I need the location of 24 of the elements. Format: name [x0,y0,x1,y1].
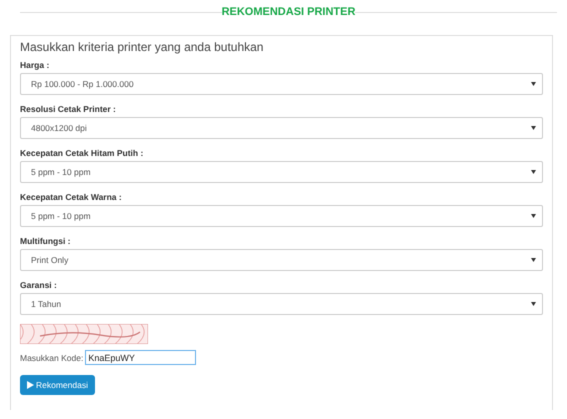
recommend-button[interactable]: Rekomendasi [20,375,95,395]
field-label: Kecepatan Cetak Hitam Putih : [20,148,144,158]
field-label: Multifungsi : [20,236,72,246]
dropdown[interactable]: 5 ppm - 10 ppm [20,161,543,183]
caret-icon [531,170,536,174]
dropdown[interactable]: 5 ppm - 10 ppm [20,205,543,227]
caret-icon [531,214,536,218]
code-field[interactable]: KnaEpuWY [85,350,196,365]
code-label: Masukkan Kode: [20,352,84,362]
dropdown[interactable]: 4800x1200 dpi [20,117,543,139]
caret-icon [531,302,536,306]
field-label: Garansi : [20,280,58,290]
field-label: Harga : [20,60,50,70]
dropdown[interactable]: Print Only [20,249,543,271]
section-heading: REKOMENDASI PRINTER [222,5,356,19]
dropdown[interactable]: Rp 100.000 - Rp 1.000.000 [20,73,543,95]
form-title: Masukkan kriteria printer yang anda butuhkan [20,40,264,54]
caret-icon [531,126,536,130]
caret-icon [531,258,536,262]
dropdown[interactable]: 1 Tahun [20,293,543,315]
field-label: Kecepatan Cetak Warna : [20,192,123,202]
caret-icon [531,82,536,86]
play-icon [27,381,34,389]
field-label: Resolusi Cetak Printer : [20,104,117,114]
